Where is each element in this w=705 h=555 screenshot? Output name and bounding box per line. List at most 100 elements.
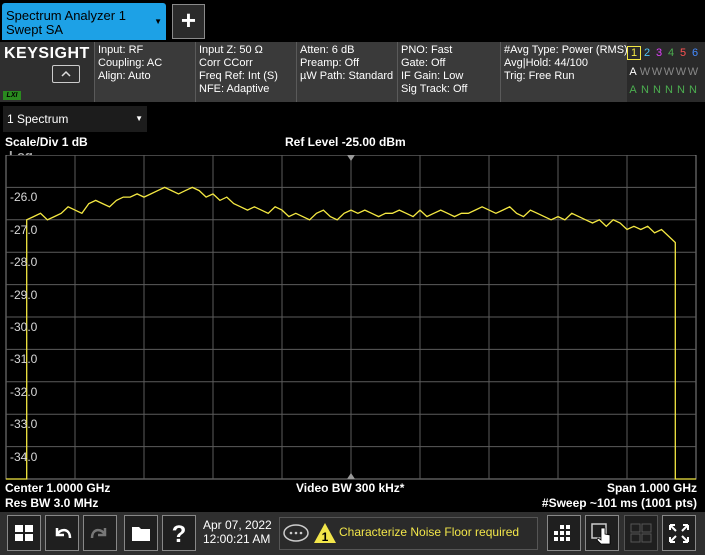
lxi-badge: LXI <box>3 91 21 100</box>
y-axis-tick-label: -31.0 <box>10 352 38 367</box>
trace-4-type: W <box>663 66 675 78</box>
touch-button[interactable] <box>585 515 619 551</box>
trace-1-number[interactable]: 1 <box>627 46 641 60</box>
sweep-label[interactable]: #Sweep ~101 ms (1001 pts) <box>542 496 697 510</box>
trace-detector-row: ANNNNN <box>627 84 699 96</box>
measurement-tab[interactable]: Spectrum Analyzer 1 Swept SA ▼ <box>2 3 166 40</box>
avg-type-setting: #Avg Type: Power (RMS) <box>504 44 628 56</box>
svg-text:?: ? <box>172 521 187 548</box>
warning-count: 1 <box>322 530 329 544</box>
trace-6-number[interactable]: 6 <box>689 47 701 59</box>
sig-track-setting: Sig Track: Off <box>401 83 468 95</box>
ref-level-label[interactable]: Ref Level -25.00 dBm <box>285 135 406 149</box>
top-bar: Spectrum Analyzer 1 Swept SA ▼ + <box>0 0 705 42</box>
help-icon: ? <box>172 521 187 548</box>
zone-layout-button[interactable] <box>547 515 581 551</box>
video-bw-label[interactable]: Video BW 300 kHz* <box>296 481 404 495</box>
settings-bar: KEYSIGHT LXI Input: RF Coupling: AC Alig… <box>0 42 705 102</box>
trace-2-detector: N <box>641 84 649 96</box>
tab-subtitle: Swept SA <box>6 22 64 37</box>
trace-5-number[interactable]: 5 <box>677 47 689 59</box>
trace-5-detector: N <box>677 84 685 96</box>
corr-setting: Corr CCorr <box>199 57 253 69</box>
undo-icon <box>55 528 72 539</box>
atten-setting: Atten: 6 dB <box>300 44 355 56</box>
message-bubble-icon[interactable] <box>282 523 310 545</box>
y-axis-tick-label: -26.0 <box>10 190 38 205</box>
time-text: 12:00:21 AM <box>203 532 271 546</box>
spectrum-plot <box>5 154 697 480</box>
add-tab-button[interactable]: + <box>172 4 205 39</box>
quad-view-icon <box>630 523 652 543</box>
trace-type-row: AWWWWW <box>627 66 699 78</box>
undo-button[interactable] <box>45 515 79 551</box>
taskbar: ? Apr 07, 2022 12:00:21 AM 1 Characteriz… <box>0 512 705 555</box>
warning-icon: 1 <box>314 523 336 544</box>
scale-per-div-label: Scale/Div 1 dB <box>5 135 88 149</box>
trig-setting: Trig: Free Run <box>504 70 575 82</box>
settings-impedance-group[interactable]: Input Z: 50 Ω Corr CCorr Freq Ref: Int (… <box>195 42 296 102</box>
y-axis-tick-label: -27.0 <box>10 222 38 237</box>
trace-3-type: W <box>651 66 663 78</box>
input-setting: Input: RF <box>98 44 144 56</box>
settings-input-group[interactable]: Input: RF Coupling: AC Align: Auto <box>94 42 195 102</box>
y-axis-tick-label: -33.0 <box>10 417 38 432</box>
status-message[interactable]: Characterize Noise Floor required <box>339 525 519 539</box>
settings-avg-group[interactable]: #Avg Type: Power (RMS) Avg|Hold: 44/100 … <box>500 42 628 102</box>
keysight-logo: KEYSIGHT <box>4 45 90 62</box>
y-axis-tick-label: -28.0 <box>10 255 38 270</box>
redo-icon <box>90 528 107 539</box>
trace-1-type: A <box>629 66 637 78</box>
trace-panel[interactable]: 123456 AWWWWW ANNNNN <box>627 42 705 102</box>
multi-screen-button[interactable] <box>624 515 658 551</box>
brand-panel: KEYSIGHT LXI <box>0 42 94 102</box>
settings-pno-group[interactable]: PNO: Fast Gate: Off IF Gain: Low Sig Tra… <box>397 42 500 102</box>
trace-6-type: W <box>687 66 699 78</box>
freq-ref-setting: Freq Ref: Int (S) <box>199 70 278 82</box>
trace-2-number[interactable]: 2 <box>641 47 653 59</box>
input-z-setting: Input Z: 50 Ω <box>199 44 263 56</box>
expand-icon <box>669 524 689 543</box>
window-select-label: 1 Spectrum <box>7 112 69 126</box>
pno-setting: PNO: Fast <box>401 44 453 56</box>
windows-icon <box>15 525 33 541</box>
touch-hand-icon <box>591 523 611 545</box>
settings-atten-group[interactable]: Atten: 6 dB Preamp: Off µW Path: Standar… <box>296 42 397 102</box>
window-select-dropdown[interactable]: 1 Spectrum ▼ <box>3 106 147 132</box>
span-label[interactable]: Span 1.000 GHz <box>607 481 697 495</box>
redo-button[interactable] <box>83 515 117 551</box>
spectrum-graph[interactable]: -26.0 -27.0 -28.0 -29.0 -30.0 -31.0 -32.0 -33.0… <box>0 154 705 482</box>
file-button[interactable] <box>124 515 158 551</box>
trace-3-detector: N <box>653 84 661 96</box>
uw-path-setting: µW Path: Standard <box>300 70 394 82</box>
grid-layout-icon <box>554 525 570 541</box>
trace-1-detector: A <box>629 84 637 96</box>
trace-3-number[interactable]: 3 <box>653 47 665 59</box>
help-button[interactable]: ? <box>162 515 196 551</box>
date-time: Apr 07, 2022 12:00:21 AM <box>203 518 272 546</box>
if-gain-setting: IF Gain: Low <box>401 70 464 82</box>
tab-title: Spectrum Analyzer 1 <box>6 8 126 23</box>
res-bw-label[interactable]: Res BW 3.0 MHz <box>5 496 98 510</box>
trace-4-number[interactable]: 4 <box>665 47 677 59</box>
tab-dropdown-icon[interactable]: ▼ <box>154 17 162 26</box>
y-axis-tick-label: -29.0 <box>10 287 38 302</box>
align-setting: Align: Auto <box>98 70 151 82</box>
windows-start-button[interactable] <box>7 515 41 551</box>
preamp-setting: Preamp: Off <box>300 57 360 69</box>
center-freq-label[interactable]: Center 1.0000 GHz <box>5 481 110 495</box>
trace-2-type: W <box>639 66 651 78</box>
fullscreen-button[interactable] <box>662 515 696 551</box>
coupling-setting: Coupling: AC <box>98 57 163 69</box>
remote-display-icon[interactable] <box>52 65 80 83</box>
folder-icon <box>132 527 150 541</box>
y-axis-tick-label: -34.0 <box>10 449 38 464</box>
chevron-down-icon: ▼ <box>135 114 143 123</box>
y-axis-tick-label: -32.0 <box>10 384 38 399</box>
trace-4-detector: N <box>665 84 673 96</box>
nfe-setting: NFE: Adaptive <box>199 83 270 95</box>
gate-setting: Gate: Off <box>401 57 446 69</box>
avg-hold-setting: Avg|Hold: 44/100 <box>504 57 588 69</box>
trace-number-row: 123456 <box>627 46 701 60</box>
y-axis-tick-label: -30.0 <box>10 320 38 334</box>
